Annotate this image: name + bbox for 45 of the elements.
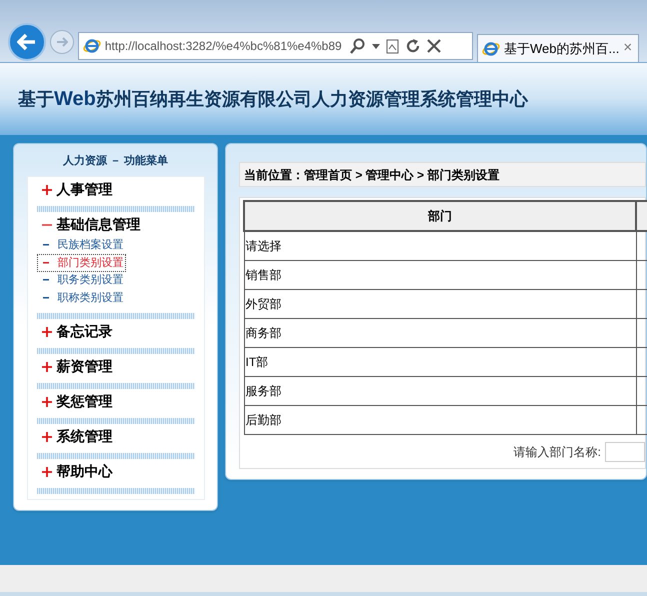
back-button[interactable] xyxy=(8,23,46,61)
submenu-link[interactable]: 职称类别设置 xyxy=(36,289,126,306)
department-name-input[interactable] xyxy=(605,442,645,462)
tab-close-button[interactable]: × xyxy=(623,37,636,60)
breadcrumb: 当前位置：管理首页 > 管理中心 > 部门类别设置 xyxy=(239,162,646,187)
expand-icon xyxy=(42,466,52,476)
menu-group[interactable]: 奖惩管理 xyxy=(36,390,194,412)
table-cell: IT部 xyxy=(244,347,636,376)
browser-logo-icon xyxy=(82,37,101,55)
tab-title: 基于Web的苏州百... xyxy=(504,40,620,58)
menu-group[interactable]: 基础信息管理 xyxy=(36,214,194,236)
back-arrow-icon xyxy=(16,33,37,51)
expand-icon xyxy=(42,396,52,406)
menu-group[interactable]: 人事管理 xyxy=(36,178,194,200)
menu-group[interactable]: 备忘记录 xyxy=(36,320,194,342)
address-bar[interactable]: http://localhost:3282/%e4%bc%81%e4%b89 xyxy=(78,32,473,60)
browser-logo-icon xyxy=(482,40,500,58)
expand-icon xyxy=(42,362,52,372)
address-text[interactable]: http://localhost:3282/%e4%bc%81%e4%b89 xyxy=(104,37,342,55)
search-label: 请输入部门名称: xyxy=(514,444,601,460)
forward-arrow-icon xyxy=(56,37,68,47)
sidebar-title: 人力资源 － 功能菜单 xyxy=(62,154,168,169)
table-cell: 商务部 xyxy=(244,318,636,347)
table-cell: 服务部 xyxy=(244,376,636,405)
expand-icon xyxy=(42,184,52,194)
expand-icon xyxy=(42,432,52,442)
menu-group[interactable]: 薪资管理 xyxy=(36,356,194,378)
dropdown-caret-icon[interactable] xyxy=(372,44,380,48)
submenu-link[interactable]: 职务类别设置 xyxy=(36,272,126,289)
submenu-link[interactable]: 民族档案设置 xyxy=(36,236,126,254)
table-cell: 请选择 xyxy=(244,231,636,260)
table-cell: 外贸部 xyxy=(244,289,636,318)
search-icon[interactable] xyxy=(350,38,366,54)
site-title: 基于Web苏州百纳再生资源有限公司人力资源管理系统管理中心 xyxy=(18,87,528,112)
submenu-link[interactable]: 部门类别设置 xyxy=(36,254,126,272)
column-header: 部门 xyxy=(244,201,636,231)
menu-group[interactable]: 帮助中心 xyxy=(36,460,194,482)
menu-group[interactable]: 系统管理 xyxy=(36,426,194,448)
refresh-icon[interactable] xyxy=(404,38,421,54)
column-header-cell xyxy=(636,201,647,231)
expand-icon xyxy=(42,326,52,336)
close-icon[interactable] xyxy=(426,39,441,53)
browser-tab[interactable]: 基于Web的苏州百... × xyxy=(477,34,639,62)
table-cell: 后勤部 xyxy=(244,405,636,434)
table-cell: 销售部 xyxy=(244,260,636,289)
